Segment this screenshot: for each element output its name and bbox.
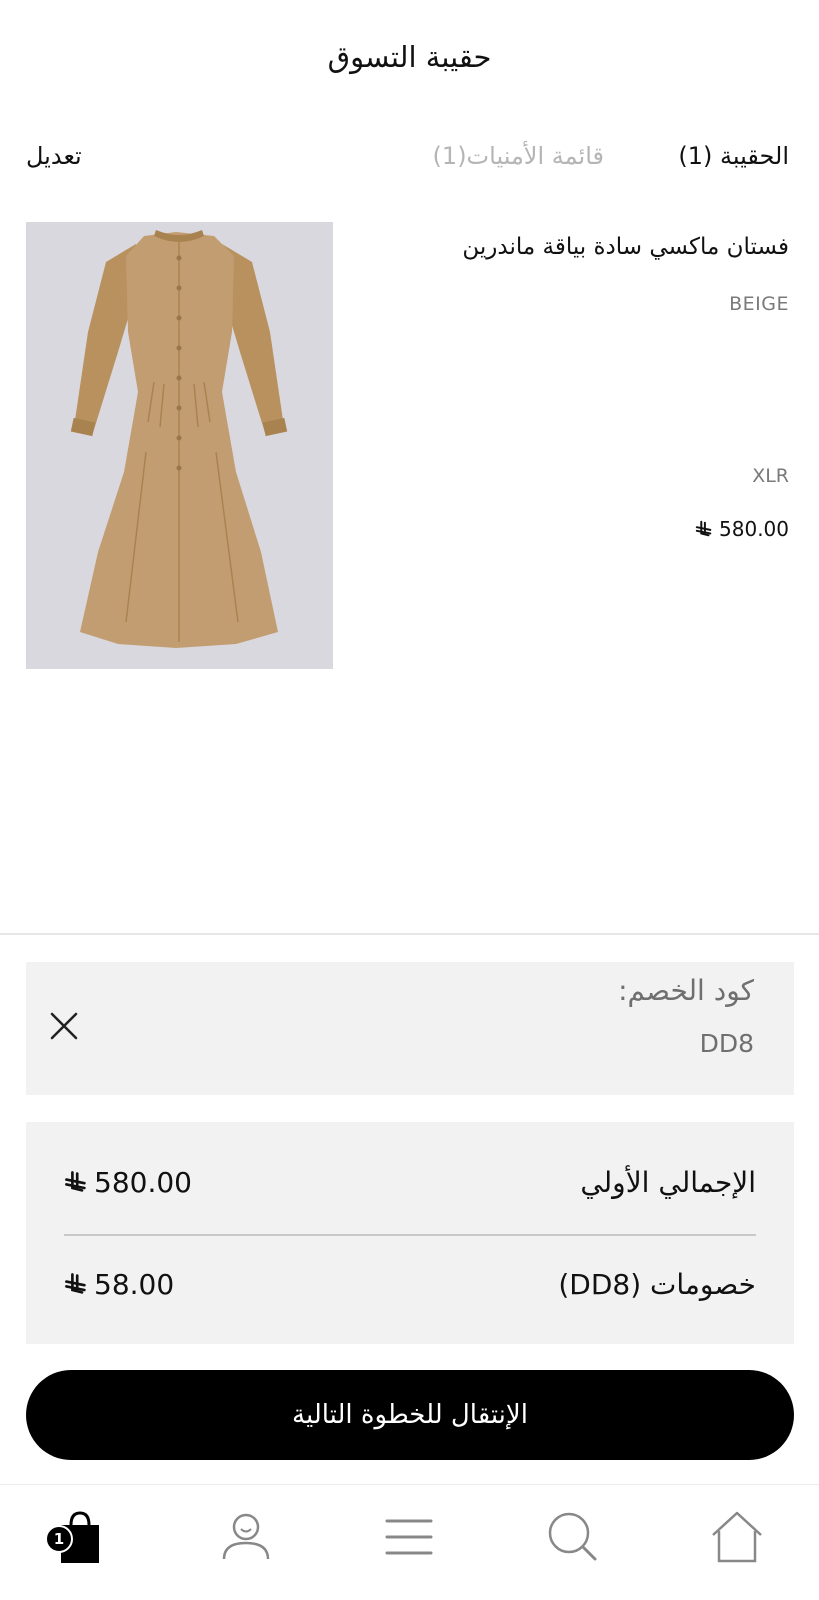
bag-count-badge: 1 (45, 1525, 73, 1553)
discount-code-label: كود الخصم: (618, 974, 754, 1007)
discount-label: خصومات (DD8) (558, 1267, 756, 1301)
bottom-nav: 1 (0, 1484, 819, 1600)
subtotal-value: 580.00 (64, 1166, 192, 1199)
account-icon (222, 1513, 270, 1560)
discount-amount: 58.00 (94, 1267, 175, 1301)
dress-illustration (26, 222, 333, 669)
saudi-riyal-icon (695, 520, 712, 537)
nav-account[interactable] (216, 1507, 276, 1567)
nav-bag[interactable]: 1 (45, 1507, 105, 1567)
home-icon (712, 1511, 762, 1563)
discount-code-panel: كود الخصم: DD8 (26, 962, 794, 1095)
product-size: XLR (752, 465, 789, 487)
tab-wishlist[interactable]: قائمة الأمنيات(1) (433, 142, 604, 170)
remove-discount-button[interactable] (48, 1010, 80, 1042)
product-name[interactable]: فستان ماكسي سادة بياقة ماندرين (462, 234, 789, 260)
close-icon (50, 1012, 78, 1040)
totals-divider (64, 1234, 756, 1236)
next-step-button[interactable]: الإنتقال للخطوة التالية (26, 1370, 794, 1460)
product-image[interactable] (26, 222, 333, 669)
saudi-riyal-icon (65, 1171, 86, 1192)
nav-search[interactable] (543, 1507, 603, 1567)
edit-button[interactable]: تعديل (26, 142, 82, 170)
saudi-riyal-icon (65, 1273, 86, 1294)
product-price: 580.00 (695, 517, 789, 541)
order-summary: 580.00 الإجمالي الأولي 58.00 خصومات (DD8… (26, 1122, 794, 1344)
page-title: حقيبة التسوق (327, 40, 492, 74)
discount-row: 58.00 خصومات (DD8) (64, 1264, 756, 1304)
product-color: BEIGE (729, 293, 789, 315)
menu-icon (385, 1519, 433, 1555)
discount-amount-value: 58.00 (64, 1268, 174, 1301)
discount-code-value: DD8 (699, 1029, 754, 1058)
divider (0, 933, 819, 935)
subtotal-label: الإجمالي الأولي (580, 1165, 756, 1199)
tab-bag[interactable]: الحقيبة (1) (678, 142, 789, 170)
nav-menu[interactable] (379, 1507, 439, 1567)
subtotal-row: 580.00 الإجمالي الأولي (64, 1162, 756, 1202)
product-price-value: 580.00 (719, 517, 789, 541)
nav-home[interactable] (707, 1507, 767, 1567)
search-icon (548, 1512, 597, 1561)
subtotal-amount: 580.00 (94, 1165, 192, 1199)
